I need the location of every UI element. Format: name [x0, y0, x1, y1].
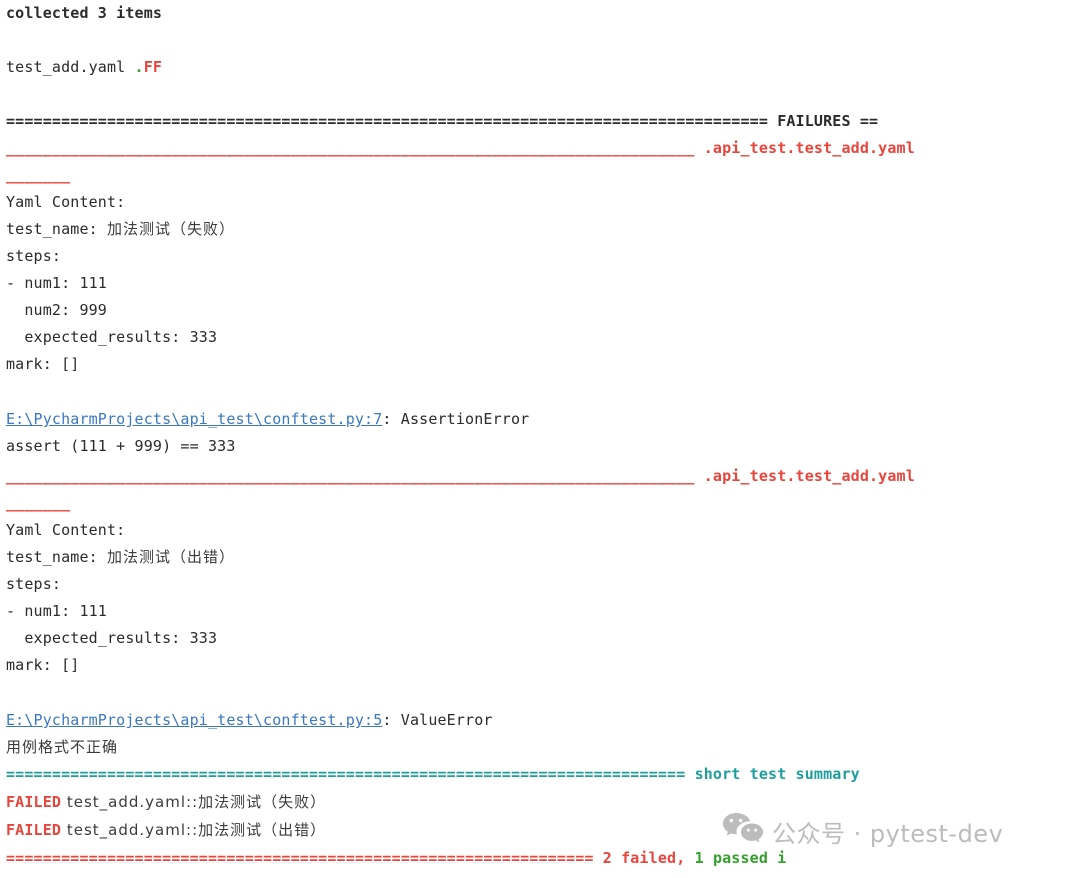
- failure-1-steps-key: steps:: [6, 247, 62, 265]
- failure-1-test-name-key: test_name:: [6, 220, 107, 238]
- summary-section-header: ========================================…: [6, 761, 860, 788]
- failure-1-rule: ________________________________________…: [6, 135, 915, 162]
- summary-line: FAILED test_add.yaml::加法测试（失败）: [6, 789, 326, 816]
- summary-status-badge: FAILED: [6, 793, 62, 811]
- failure-2-error-type: : ValueError: [382, 711, 493, 729]
- failure-1-num2: num2: 999: [6, 301, 107, 319]
- summary-test-id: test_add.yaml::加法测试（出错）: [61, 821, 327, 839]
- failure-2-mark: mark: []: [6, 656, 80, 674]
- failure-1-test-id: .api_test.test_add.yaml: [703, 139, 915, 157]
- failure-1-mark: mark: []: [6, 355, 80, 373]
- failures-section-header: ========================================…: [6, 108, 878, 135]
- failure-2-error-detail: 用例格式不正确: [6, 738, 119, 756]
- failure-2-error-line: E:\PycharmProjects\api_test\conftest.py:…: [6, 707, 493, 734]
- progress-file-name: test_add.yaml: [6, 58, 135, 76]
- progress-failed-marks: FF: [143, 58, 163, 76]
- summary-rule-left: ========================================…: [6, 765, 695, 783]
- failure-2-test-name-key: test_name:: [6, 548, 107, 566]
- failure-2-error-link[interactable]: E:\PycharmProjects\api_test\conftest.py:…: [6, 711, 382, 729]
- final-rule-left: ========================================…: [6, 849, 603, 867]
- failure-2-test-name-value: 加法测试（出错）: [107, 548, 236, 566]
- failure-2-steps-key: steps:: [6, 575, 62, 593]
- failures-title: FAILURES: [777, 112, 851, 130]
- summary-test-id: test_add.yaml::加法测试（失败）: [61, 793, 327, 811]
- terminal-output: collected 3 items test_add.yaml .FF ====…: [0, 0, 1080, 878]
- failure-2-rule-dashes: ________________________________________…: [6, 467, 704, 485]
- progress-passed-marks: .: [134, 58, 144, 76]
- failure-2-rule-wrap: _______: [6, 494, 71, 512]
- summary-title: short test summary: [694, 765, 860, 783]
- failure-1-expected-results: expected_results: 333: [6, 328, 218, 346]
- progress-line: test_add.yaml .FF: [6, 54, 162, 81]
- failure-1-error-link[interactable]: E:\PycharmProjects\api_test\conftest.py:…: [6, 410, 382, 428]
- failure-1-test-name-line: test_name: 加法测试（失败）: [6, 216, 235, 243]
- failure-1-num1: - num1: 111: [6, 274, 107, 292]
- failures-rule-right: ==: [850, 112, 879, 130]
- watermark-text: 公众号 · pytest-dev: [772, 819, 1004, 848]
- failure-1-yaml-label: Yaml Content:: [6, 193, 126, 211]
- failure-2-test-name-line: test_name: 加法测试（出错）: [6, 544, 235, 571]
- collected-items-line: collected 3 items: [6, 4, 163, 22]
- failure-2-rule: ________________________________________…: [6, 463, 915, 490]
- failure-2-expected-results: expected_results: 333: [6, 629, 218, 647]
- failure-1-rule-dashes: ________________________________________…: [6, 139, 704, 157]
- failure-1-rule-wrap: _______: [6, 166, 71, 184]
- failures-rule-left: ========================================…: [6, 112, 778, 130]
- final-trailing: i: [768, 849, 787, 867]
- summary-line: FAILED test_add.yaml::加法测试（出错）: [6, 817, 326, 844]
- final-totals-line: ========================================…: [6, 845, 786, 872]
- failure-2-num1: - num1: 111: [6, 602, 107, 620]
- failure-2-test-id: .api_test.test_add.yaml: [703, 467, 915, 485]
- failure-1-error-detail: assert (111 + 999) == 333: [6, 437, 236, 455]
- failure-1-test-name-value: 加法测试（失败）: [107, 220, 236, 238]
- failure-2-yaml-label: Yaml Content:: [6, 521, 126, 539]
- failure-1-error-line: E:\PycharmProjects\api_test\conftest.py:…: [6, 406, 529, 433]
- final-failed-count: 2 failed: [602, 849, 677, 867]
- summary-status-badge: FAILED: [6, 821, 62, 839]
- final-separator: ,: [676, 849, 695, 867]
- failure-1-error-type: : AssertionError: [382, 410, 530, 428]
- final-passed-count: 1 passed: [694, 849, 769, 867]
